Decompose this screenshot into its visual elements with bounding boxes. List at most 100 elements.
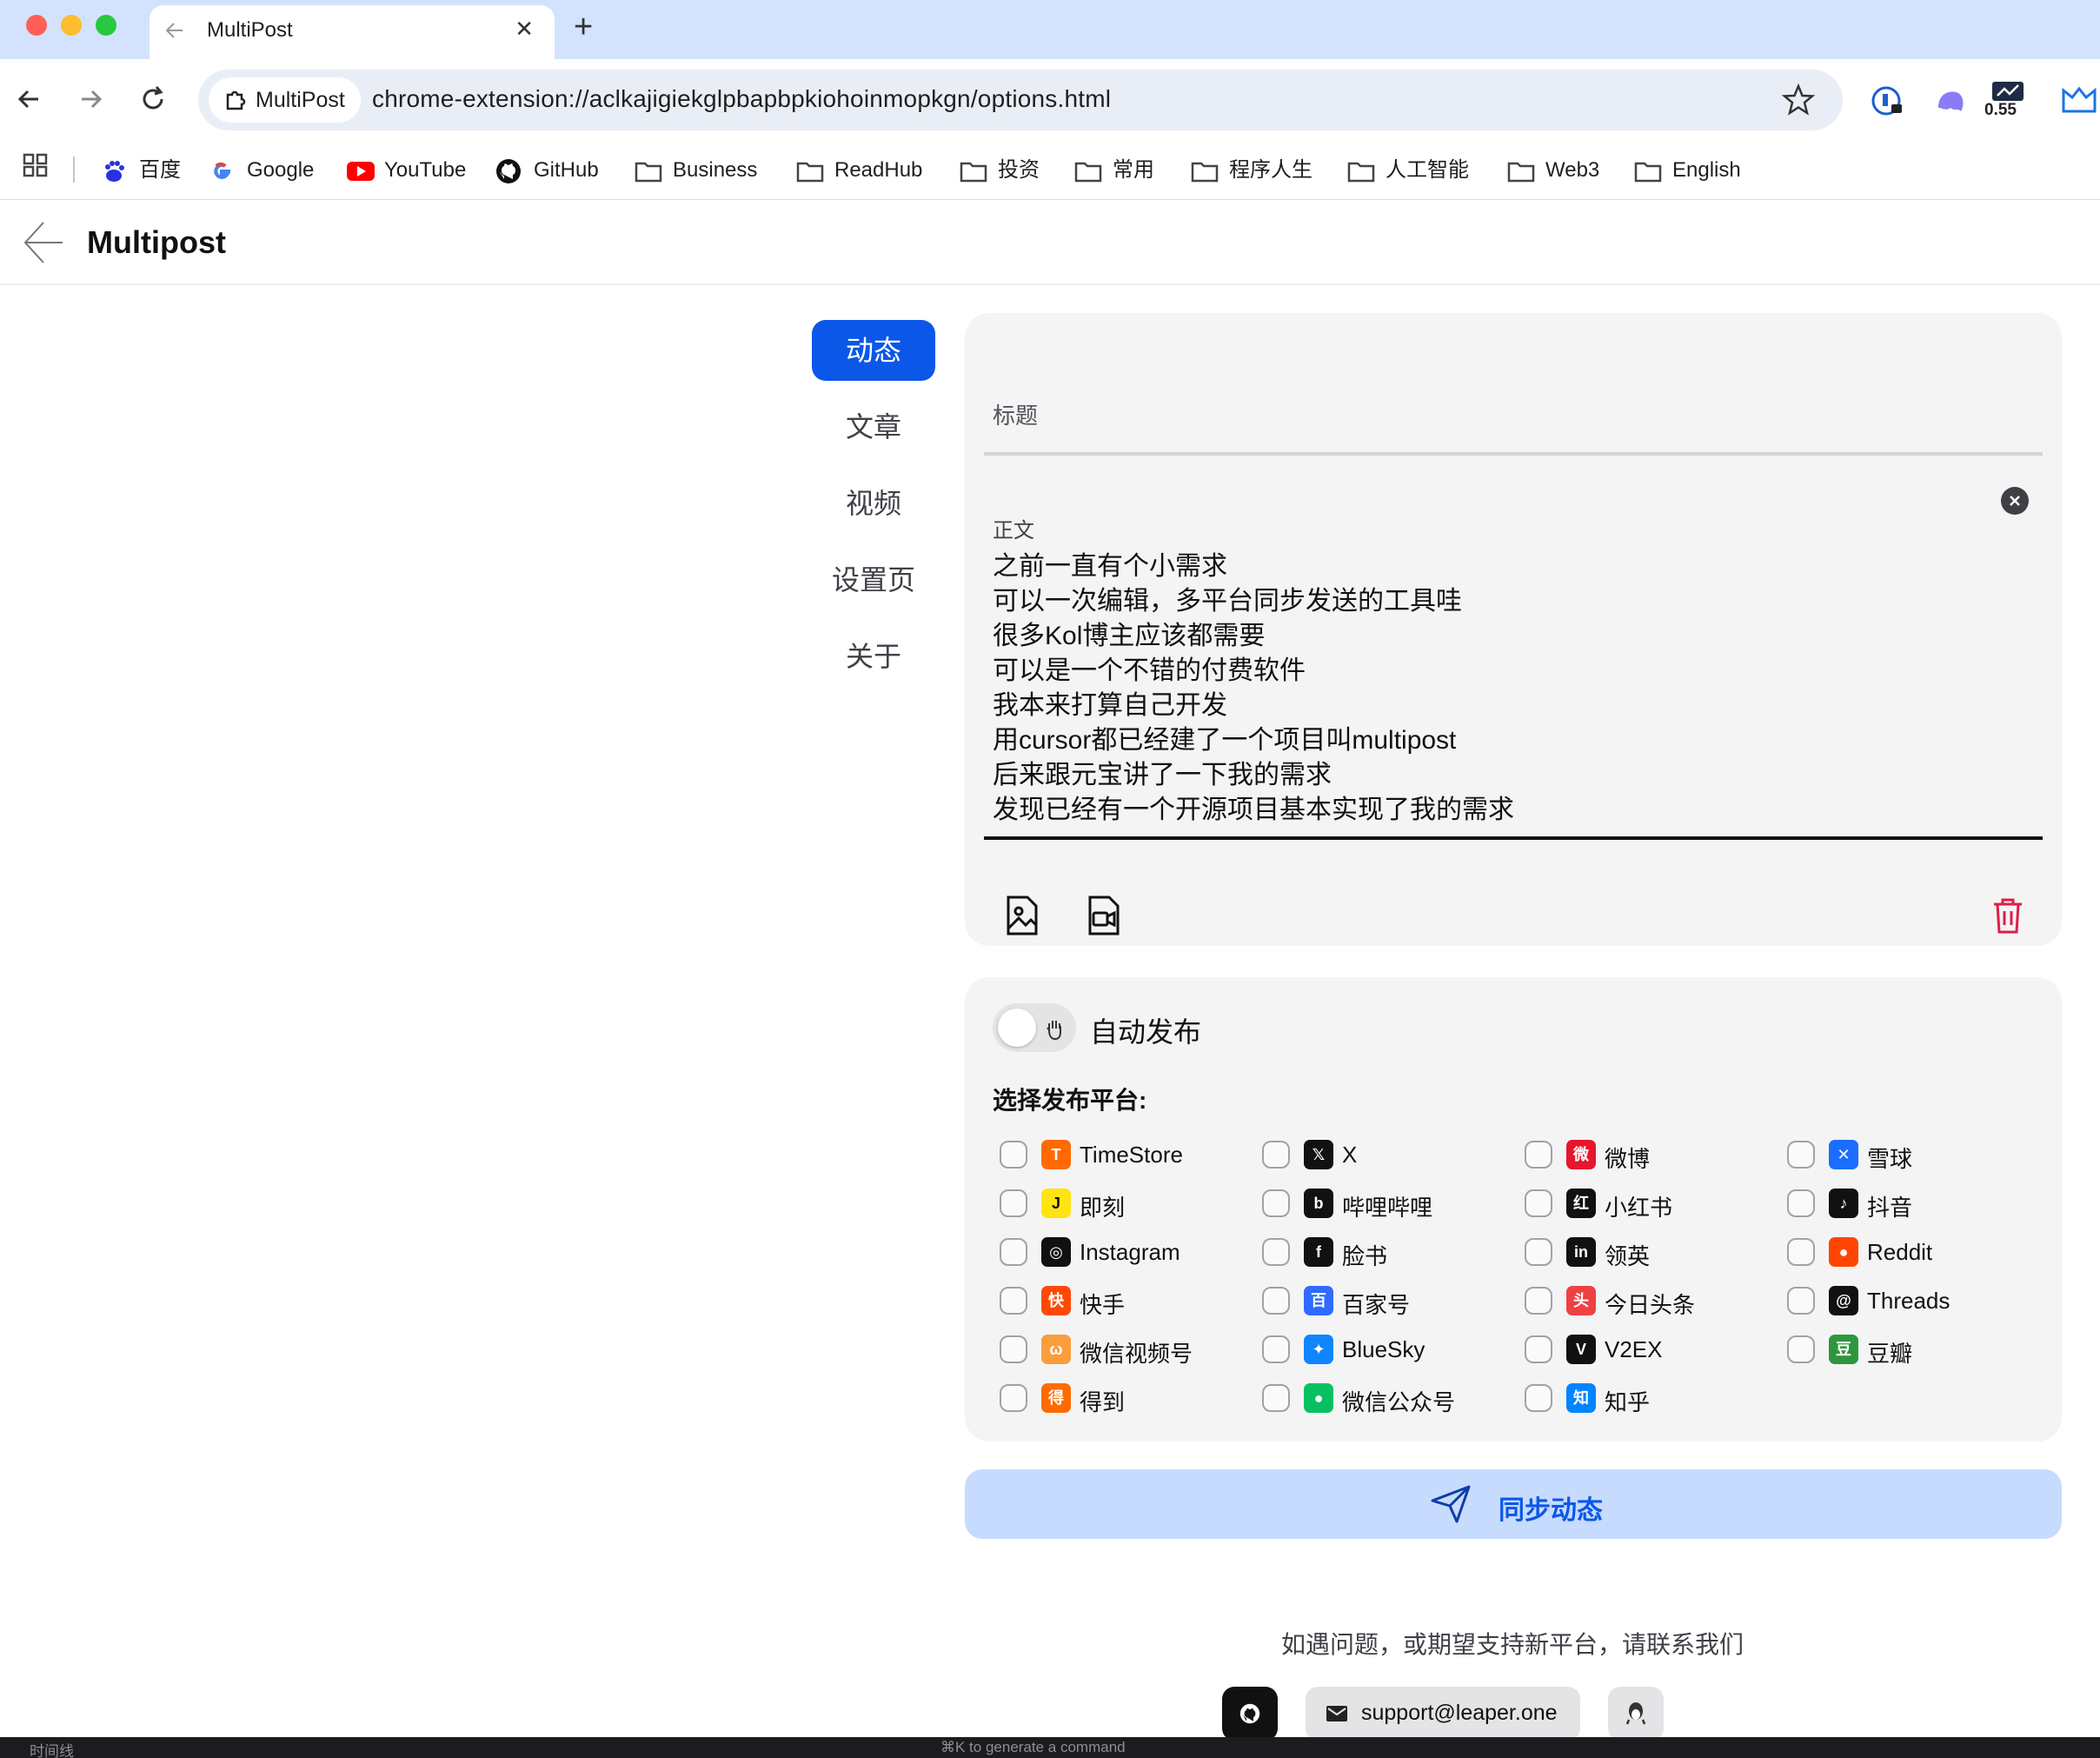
publish-settings-card: 自动发布 选择发布平台: T TimeStore 𝕏 X 微微博 ✕ 雪球 J 即刻 b 哔哩哔哩 红… [965,977,2062,1442]
bookmark-star-icon[interactable] [1780,82,1817,118]
qq-contact-button[interactable] [1608,1687,1664,1741]
platform-option[interactable]: ♪ 抖音 [1787,1186,2039,1221]
platform-option[interactable]: b 哔哩哔哩 [1262,1186,1514,1221]
platform-name: 雪球 [1867,1146,1913,1172]
platform-option[interactable]: ● Reddit [1787,1235,2039,1269]
platform-checkbox[interactable] [1787,1335,1815,1363]
platform-option[interactable]: f 脸书 [1262,1235,1514,1269]
platform-name: 微博 [1605,1146,1651,1172]
platform-checkbox[interactable] [1787,1287,1815,1315]
platform-checkbox[interactable] [1000,1335,1027,1363]
platform-checkbox[interactable] [1787,1189,1815,1217]
back-arrow-icon[interactable] [23,219,66,266]
url-text[interactable]: chrome-extension://aclkajigiekglpbapbpki… [372,85,1111,113]
title-input[interactable]: 标题 [993,398,1038,430]
platform-option[interactable]: V V2EX [1525,1332,1777,1367]
platform-option[interactable]: 知知乎 [1525,1381,1777,1415]
platform-option[interactable]: 得得到 [1000,1381,1252,1415]
platform-name: 豆瓣 [1867,1341,1913,1367]
platform-checkbox[interactable] [1000,1189,1027,1217]
platform-checkbox[interactable] [1262,1287,1290,1315]
platform-checkbox[interactable] [1262,1384,1290,1412]
email-contact-button[interactable]: support@leaper.one [1306,1687,1580,1741]
platform-checkbox[interactable] [1000,1287,1027,1315]
nav-item-video[interactable]: 视频 [812,473,935,534]
platform-checkbox[interactable] [1787,1238,1815,1266]
platform-checkbox[interactable] [1525,1141,1552,1169]
platform-checkbox[interactable] [1262,1238,1290,1266]
window-maximize-button[interactable] [96,15,116,36]
timeline-label: 时间线 [30,1743,74,1758]
tab-close-icon[interactable]: ✕ [515,16,534,43]
bookmark-label: 人工智能 [1386,158,1469,182]
platform-option[interactable]: 𝕏X [1262,1137,1514,1172]
platform-checkbox[interactable] [1787,1141,1815,1169]
platform-option[interactable]: 红小红书 [1525,1186,1777,1221]
body-line: 我本来打算自己开发 [993,691,1227,720]
contact-text: 如遇问题，或期望支持新平台，请联系我们 [1280,1631,1744,1658]
crown-extension-icon[interactable] [2060,82,2098,120]
stats-extension-icon[interactable] [1992,82,2024,101]
password-extension-icon[interactable] [1869,82,1907,120]
platform-option[interactable]: 豆豆瓣 [1787,1332,2039,1367]
apps-grid-icon[interactable] [23,151,49,177]
platform-checkbox[interactable] [1525,1238,1552,1266]
body-textarea[interactable]: 之前一直有个小需求 可以一次编辑，多平台同步发送的工具哇 很多Kol博主应该都需… [993,549,2018,828]
site-chip-label: MultiPost [256,88,345,112]
platform-checkbox[interactable] [1000,1141,1027,1169]
nav-item-about[interactable]: 关于 [812,626,935,687]
instagram-icon: ◎ [1041,1237,1071,1267]
nav-item-dynamic[interactable]: 动态 [812,320,935,381]
channels-icon: ω [1041,1335,1071,1364]
platform-checkbox[interactable] [1000,1384,1027,1412]
new-tab-button[interactable]: + [574,9,593,46]
address-bar[interactable]: MultiPost chrome-extension://aclkajigiek… [198,70,1843,130]
platform-name: V2EX [1605,1336,1663,1362]
platform-option[interactable]: ω 微信视频号 [1000,1332,1252,1367]
site-info-chip[interactable]: MultiPost [209,77,361,123]
platform-option[interactable]: ◎ Instagram [1000,1235,1252,1269]
platform-option[interactable]: 百百家号 [1262,1283,1514,1318]
clear-body-icon[interactable] [2001,487,2029,515]
platform-option[interactable]: ● 微信公众号 [1262,1381,1514,1415]
platform-name: 微信视频号 [1080,1341,1193,1367]
github-link-button[interactable] [1222,1687,1278,1741]
reload-icon[interactable] [134,80,172,118]
platform-checkbox[interactable] [1525,1384,1552,1412]
platform-checkbox[interactable] [1525,1189,1552,1217]
auto-publish-toggle[interactable] [993,1003,1076,1052]
platform-option[interactable]: 快快手 [1000,1283,1252,1318]
forward-icon[interactable] [71,80,110,118]
platform-option[interactable]: @ Threads [1787,1283,2039,1318]
platform-checkbox[interactable] [1262,1335,1290,1363]
bookmark-label: Google [247,158,315,182]
platform-checkbox[interactable] [1262,1189,1290,1217]
platform-option[interactable]: 微微博 [1525,1137,1777,1172]
platform-checkbox[interactable] [1000,1238,1027,1266]
platform-checkbox[interactable] [1525,1287,1552,1315]
bookmark-label: 常用 [1113,158,1154,182]
trash-icon[interactable] [1990,896,2025,936]
platform-option[interactable]: J 即刻 [1000,1186,1252,1221]
nav-item-settings[interactable]: 设置页 [812,549,935,610]
add-video-icon[interactable] [1083,894,1125,937]
platform-option[interactable]: in 领英 [1525,1235,1777,1269]
platform-option[interactable]: ✦ BlueSky [1262,1332,1514,1367]
add-image-icon[interactable] [1001,894,1043,937]
nav-item-article[interactable]: 文章 [812,396,935,457]
ghost-extension-icon[interactable] [1931,82,1970,120]
platform-checkbox[interactable] [1525,1335,1552,1363]
platform-option[interactable]: T TimeStore [1000,1137,1252,1172]
platform-name: BlueSky [1342,1336,1425,1362]
browser-tab[interactable]: MultiPost ✕ [150,5,555,59]
platform-option[interactable]: ✕ 雪球 [1787,1137,2039,1172]
platform-checkbox[interactable] [1262,1141,1290,1169]
body-label: 正文 [993,519,1034,543]
window-minimize-button[interactable] [61,15,82,36]
sync-post-button[interactable]: 同步动态 [965,1469,2062,1539]
platform-option[interactable]: 头今日头条 [1525,1283,1777,1318]
window-close-button[interactable] [26,15,47,36]
back-icon[interactable] [10,80,49,118]
bilibili-icon: b [1304,1189,1333,1218]
timestore-icon: T [1041,1140,1071,1169]
